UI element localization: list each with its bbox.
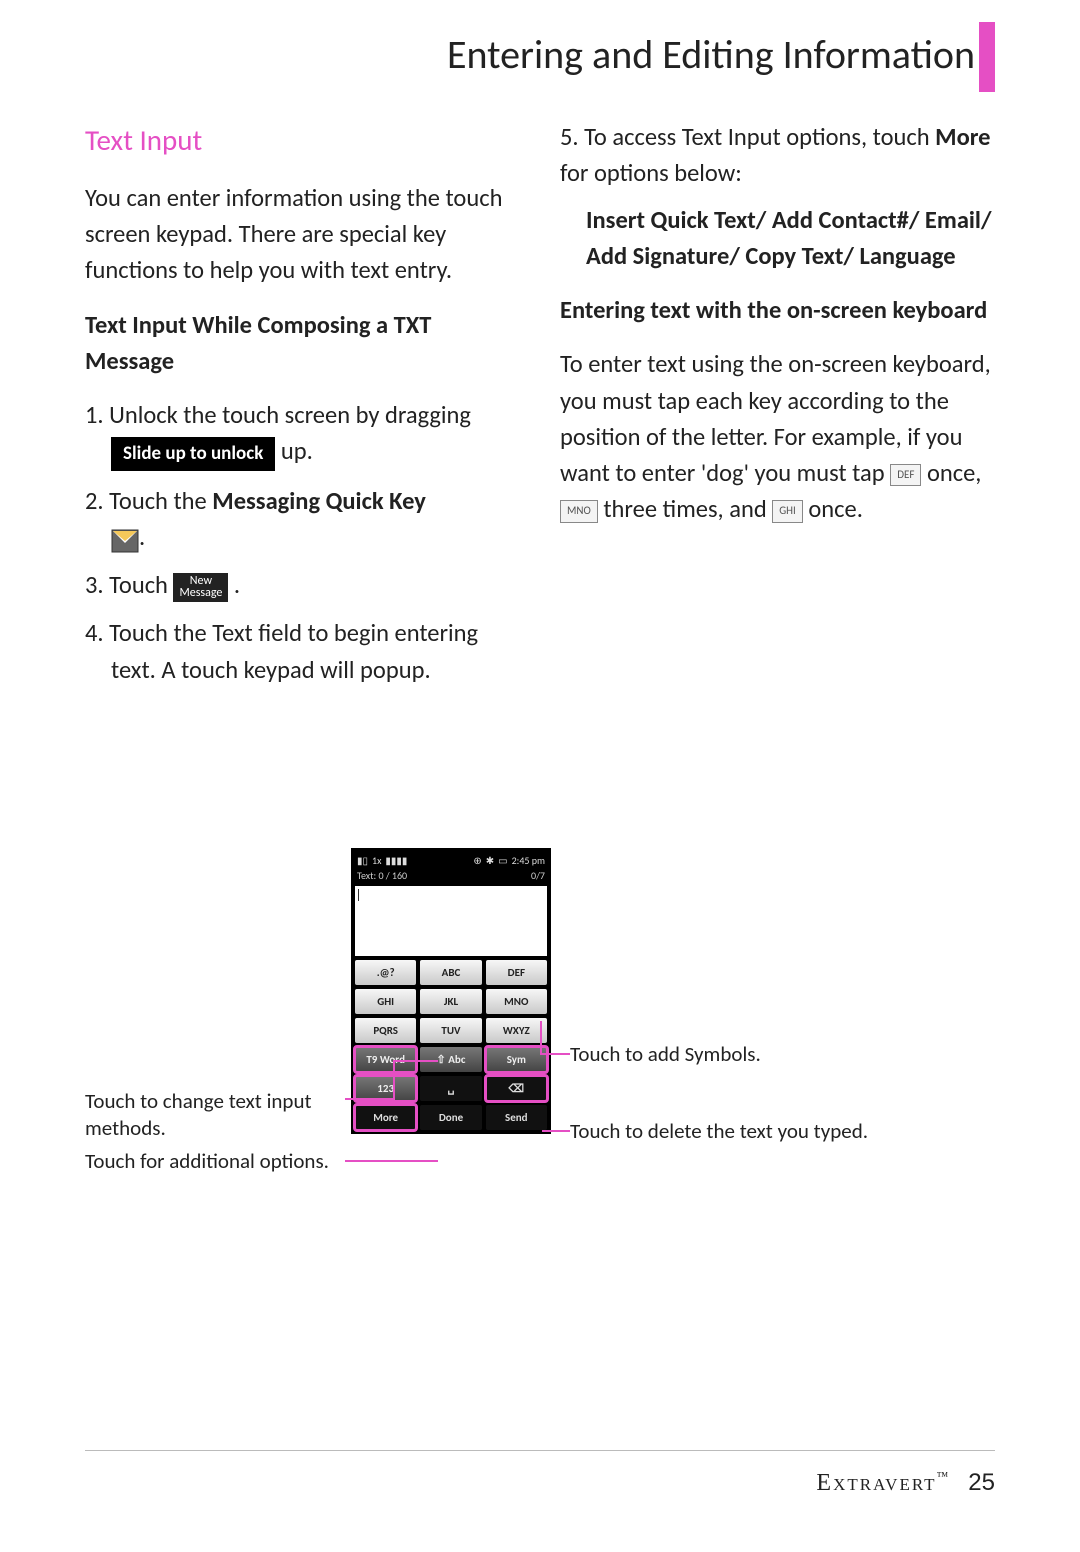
- step-2: 2. Touch the Messaging Quick Key .: [85, 483, 520, 556]
- phone-mock: ▮▯ 1x ▮▮▮▮ ⊕ ✱ ▭ 2:45 pm Text: 0 / 160 0…: [351, 848, 551, 1134]
- bluetooth-icon: ✱: [486, 854, 494, 867]
- newmsg-bot: Message: [179, 586, 222, 600]
- key-done[interactable]: Done: [420, 1105, 481, 1130]
- page-title: Entering and Editing Information: [85, 30, 995, 79]
- key-sym1[interactable]: .@?: [355, 960, 416, 985]
- step2-text-a: 2. Touch the: [85, 486, 212, 516]
- text-cursor: [358, 889, 359, 901]
- step-1: 1. Unlock the touch screen by dragging S…: [85, 397, 520, 470]
- key-sym[interactable]: Sym: [486, 1047, 547, 1072]
- key-backspace[interactable]: ⌫: [486, 1076, 547, 1101]
- intro-paragraph: You can enter information using the touc…: [85, 180, 520, 289]
- step5-b: for options below:: [560, 158, 742, 188]
- key-abc[interactable]: ABC: [420, 960, 481, 985]
- signal-icon: ▮▯: [357, 854, 368, 867]
- p2c: three times, and: [603, 494, 772, 524]
- subheading-1: Text Input While Composing a TXT Message: [85, 307, 520, 380]
- keypad: .@? ABC DEF GHI JKL MNO PQRS TUV WXYZ T9…: [355, 960, 547, 1130]
- key-send[interactable]: Send: [486, 1105, 547, 1130]
- p2b: once,: [927, 458, 981, 488]
- step1-text-a: 1. Unlock the touch screen by dragging: [85, 400, 471, 430]
- subheading-2: Entering text with the on-screen keyboar…: [560, 292, 995, 328]
- key-ghi[interactable]: GHI: [355, 989, 416, 1014]
- key-jkl[interactable]: JKL: [420, 989, 481, 1014]
- network-icon: 1x: [372, 854, 381, 867]
- step1-text-b: up.: [281, 436, 313, 466]
- callout-left1-text: Touch to change text input methods.: [85, 1088, 312, 1141]
- slide-unlock-badge: Slide up to unlock: [111, 437, 275, 471]
- key-mno[interactable]: MNO: [486, 989, 547, 1014]
- step-5: 5. To access Text Input options, touch M…: [560, 119, 995, 192]
- p2d: once.: [808, 494, 863, 524]
- more-options-list: Insert Quick Text/ Add Contact#/ Email/ …: [560, 202, 995, 275]
- step2-bold: Messaging Quick Key: [212, 486, 426, 516]
- step5-bold: More: [935, 122, 990, 152]
- callout-input-method: Touch to change text input methods.: [85, 1088, 345, 1143]
- clock: 2:45 pm: [512, 854, 545, 867]
- text-counter: Text: 0 / 160: [357, 869, 407, 882]
- section-title: Text Input: [85, 119, 520, 162]
- status-bar: ▮▯ 1x ▮▮▮▮ ⊕ ✱ ▭ 2:45 pm: [355, 852, 547, 869]
- new-message-button-icon: New Message: [173, 573, 228, 602]
- key-space[interactable]: ␣: [420, 1076, 481, 1101]
- page-number: 25: [968, 1469, 995, 1496]
- onscreen-keyboard-paragraph: To enter text using the on-screen keyboa…: [560, 346, 995, 527]
- page-counter: 0/7: [531, 869, 545, 882]
- key-more[interactable]: More: [355, 1105, 416, 1130]
- trademark-icon: ™: [937, 1469, 951, 1483]
- step5-a: 5. To access Text Input options, touch: [560, 122, 935, 152]
- brand-name: Extravert: [816, 1470, 936, 1496]
- page-footer: Extravert™ 25: [85, 1450, 995, 1497]
- keycap-def: DEF: [890, 464, 921, 486]
- gps-icon: ⊕: [473, 854, 481, 867]
- step3-text: 3. Touch: [85, 570, 173, 600]
- accent-bar: [979, 22, 995, 92]
- messaging-icon: [111, 527, 139, 551]
- keycap-ghi: GHI: [772, 500, 803, 522]
- left-column: Text Input You can enter information usi…: [85, 119, 520, 700]
- text-field[interactable]: [355, 886, 547, 956]
- key-wxyz[interactable]: WXYZ: [486, 1018, 547, 1043]
- step-4: 4. Touch the Text field to begin enterin…: [85, 615, 520, 688]
- callout-right2-text: Touch to delete the text you typed.: [570, 1118, 868, 1144]
- key-def[interactable]: DEF: [486, 960, 547, 985]
- key-pqrs[interactable]: PQRS: [355, 1018, 416, 1043]
- bars-icon: ▮▮▮▮: [385, 854, 407, 867]
- keycap-mno: MNO: [560, 500, 598, 522]
- battery-icon: ▭: [498, 854, 507, 867]
- right-column: 5. To access Text Input options, touch M…: [560, 119, 995, 700]
- step-3: 3. Touch New Message .: [85, 567, 520, 603]
- callout-left2-text: Touch for additional options.: [85, 1148, 329, 1174]
- callout-symbols: Touch to add Symbols.: [570, 1041, 761, 1068]
- key-tuv[interactable]: TUV: [420, 1018, 481, 1043]
- callout-delete: Touch to delete the text you typed.: [570, 1118, 868, 1145]
- callout-right1-text: Touch to add Symbols.: [570, 1041, 761, 1067]
- callout-more-options: Touch for additional options.: [85, 1148, 345, 1175]
